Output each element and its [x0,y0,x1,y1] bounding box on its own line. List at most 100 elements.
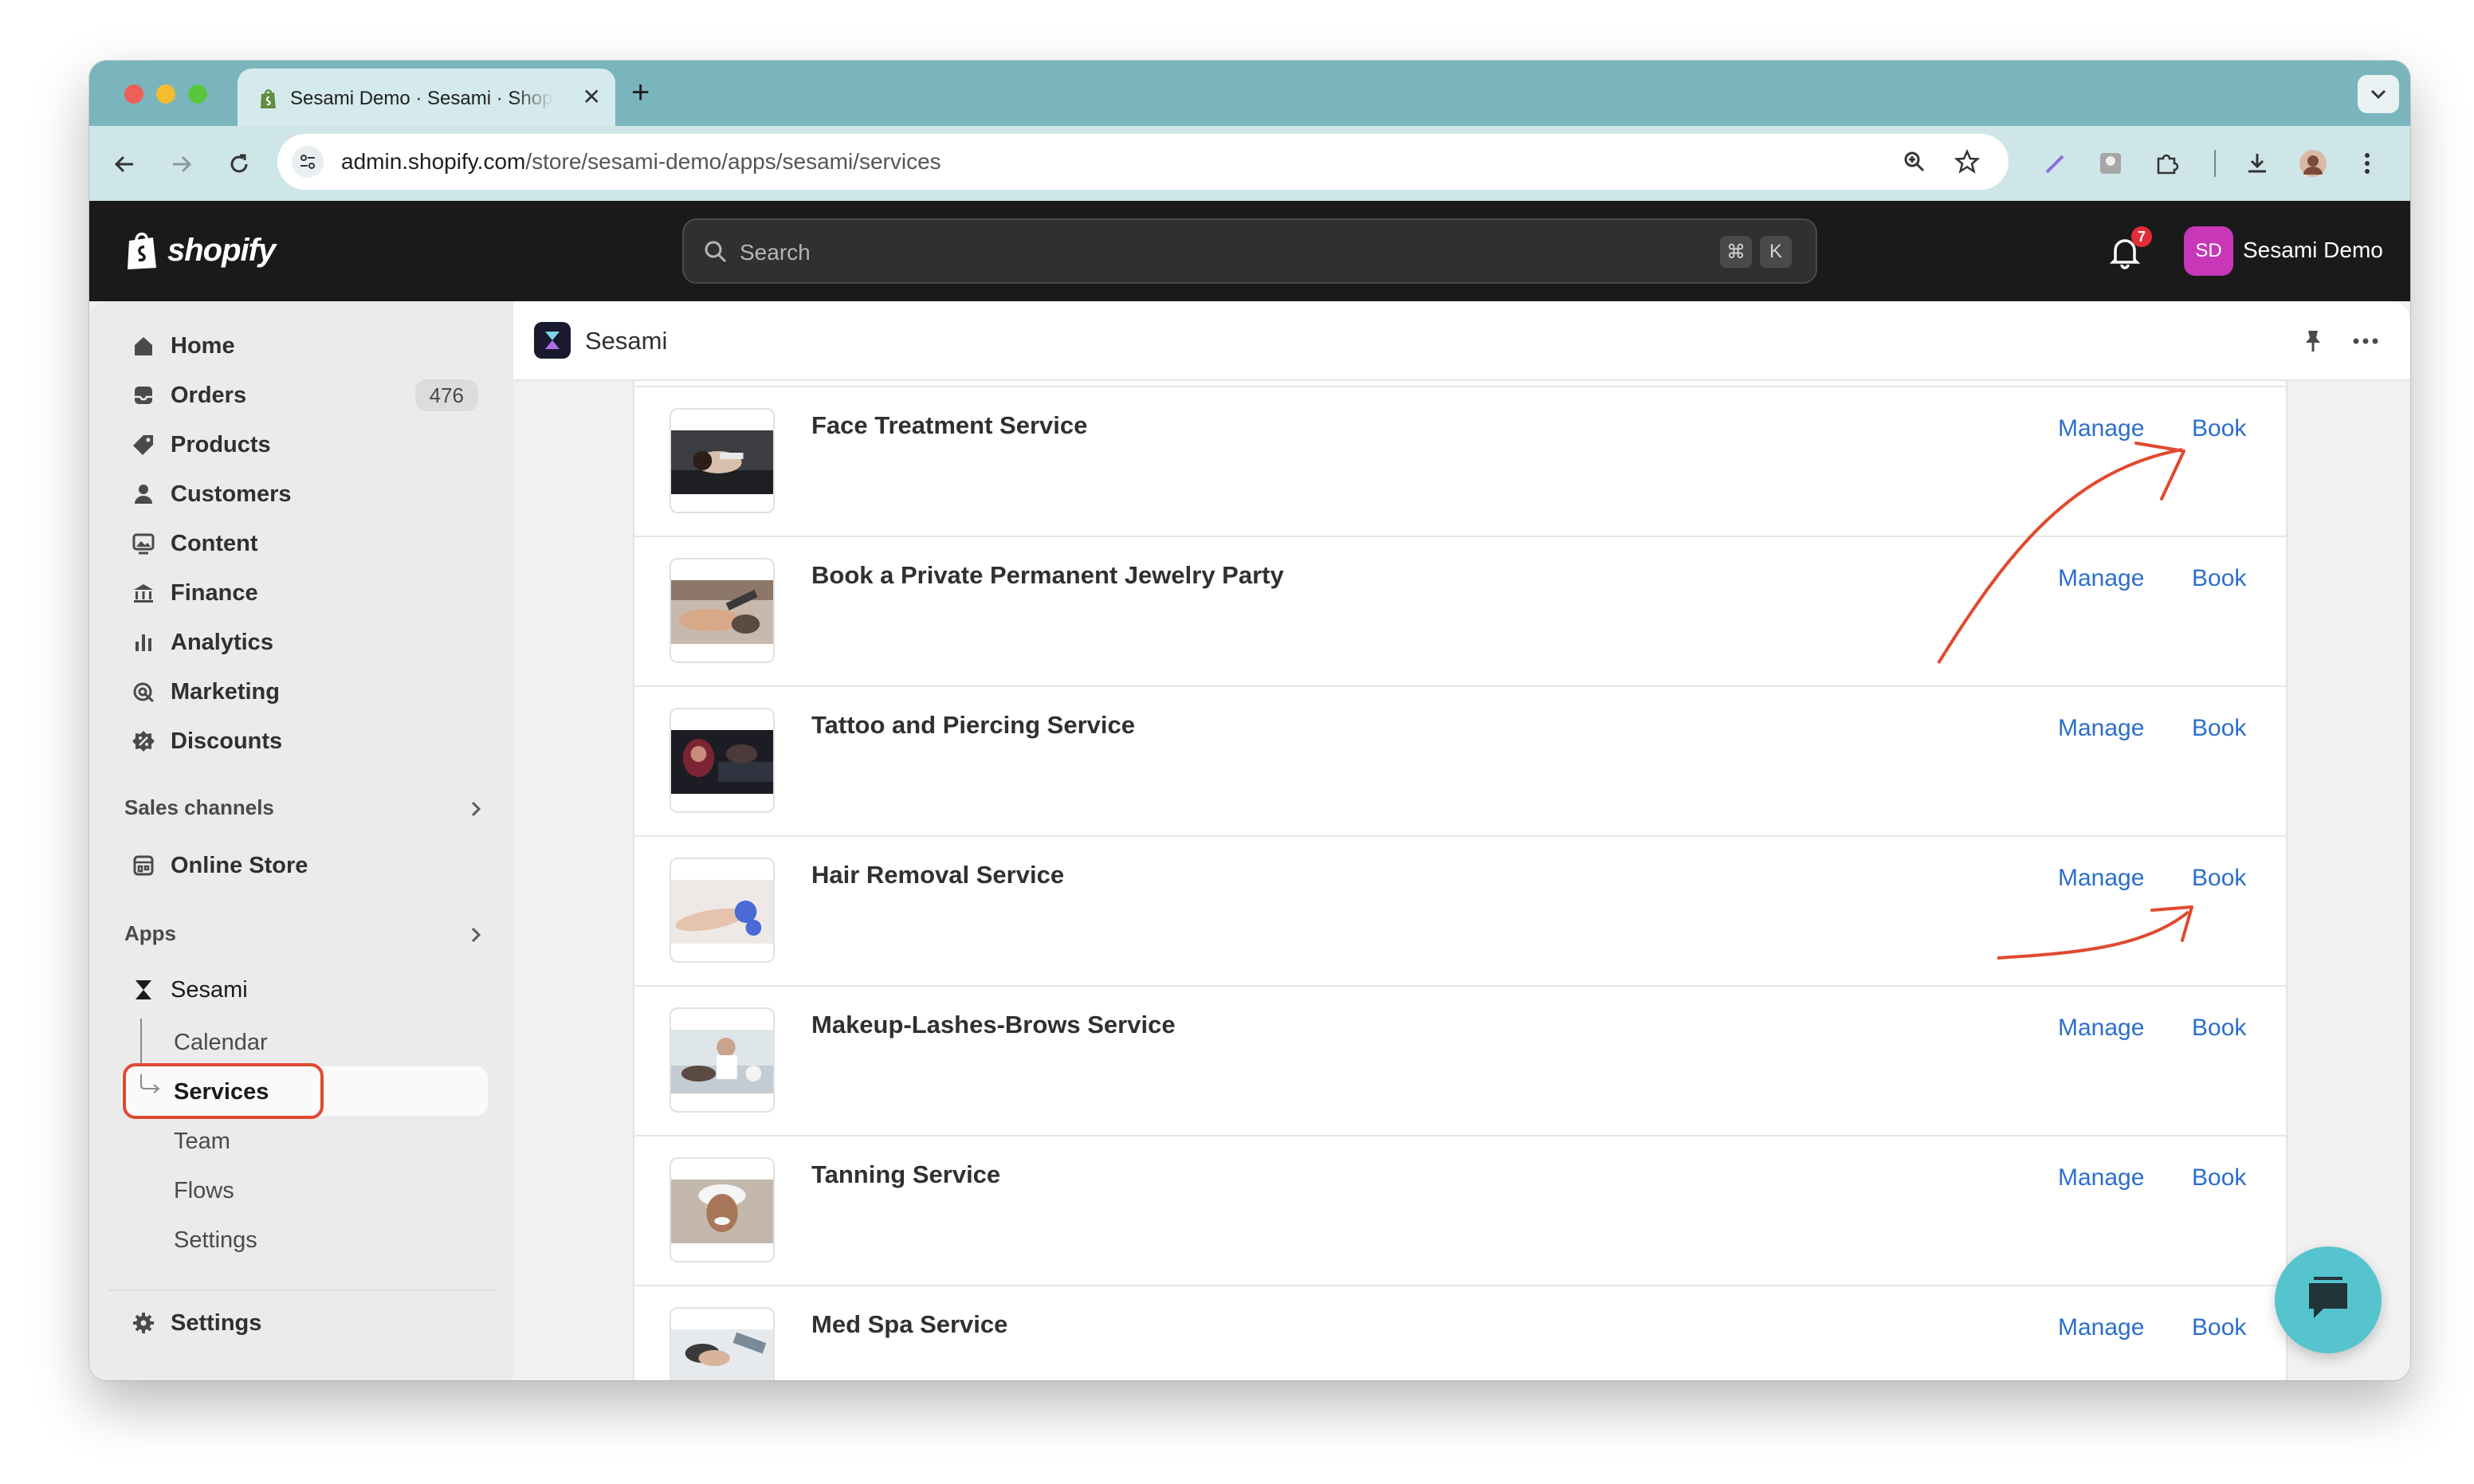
manage-link[interactable]: Manage [2058,713,2144,744]
sidebar-item-label: Customers [171,481,292,507]
sidebar-item-settings[interactable]: Settings [121,1301,485,1345]
sidebar-subitem-flows[interactable]: Flows [174,1176,234,1205]
chat-widget-button[interactable] [2275,1246,2382,1353]
app-header: Sesami [513,301,2410,381]
target-icon [129,677,158,706]
service-row: Tattoo and Piercing Service Manage Book [634,685,2286,835]
shortcut-k-key: K [1760,236,1792,268]
book-link[interactable]: Book [2192,713,2246,744]
tab-close-icon[interactable]: ✕ [583,84,601,110]
sales-channels-heading[interactable]: Sales channels [124,794,274,821]
services-list: Face Treatment Service Manage Book Book … [633,381,2287,1380]
bookmark-star-icon[interactable] [1953,147,1981,176]
store-name[interactable]: Sesami Demo [2243,236,2383,265]
chevron-right-icon[interactable] [464,923,488,947]
search-icon [705,241,727,263]
sidebar-subitem-calendar[interactable]: Calendar [174,1028,268,1057]
pen-extension-icon[interactable] [2039,147,2071,179]
more-actions-icon[interactable] [2350,325,2382,357]
app-title: Sesami [585,327,668,355]
service-row: Book a Private Permanent Jewelry Party M… [634,536,2286,685]
manage-link[interactable]: Manage [2058,413,2144,445]
search-placeholder: Search [740,240,811,265]
admin-search-input[interactable]: Search ⌘ K [682,218,1817,284]
sidebar-subitem-team[interactable]: Team [174,1127,230,1156]
maximize-window-button[interactable] [188,84,207,104]
orders-icon [129,381,158,410]
shopify-logo[interactable]: shopify [124,230,276,271]
tab-search-button[interactable] [2358,75,2399,113]
service-name: Hair Removal Service [811,861,1065,889]
forward-button[interactable] [166,148,198,180]
hourglass-icon [545,332,560,349]
reload-icon [230,154,248,173]
manage-link[interactable]: Manage [2058,862,2144,894]
chevron-right-icon[interactable] [464,797,488,821]
sidebar-item-analytics[interactable]: Analytics [121,620,485,665]
sidebar-subitem-settings[interactable]: Settings [174,1226,257,1254]
minimize-window-button[interactable] [156,84,175,104]
sidebar-item-content[interactable]: Content [121,521,485,566]
download-icon[interactable] [2241,147,2273,179]
gear-icon [129,1309,158,1337]
zoom-icon[interactable] [1900,147,1929,176]
book-link[interactable]: Book [2192,1312,2246,1344]
service-row: Tanning Service Manage Book [634,1135,2286,1285]
sidebar-item-orders[interactable]: Orders 476 [121,373,485,418]
manage-link[interactable]: Manage [2058,1012,2144,1044]
manage-link[interactable]: Manage [2058,563,2144,595]
sidebar-item-label: Finance [171,579,258,606]
pin-icon[interactable] [2297,325,2329,357]
book-link[interactable]: Book [2192,563,2246,595]
sidebar-item-marketing[interactable]: Marketing [121,669,485,714]
sidebar-item-label: Analytics [171,629,273,655]
sidebar-item-sesami[interactable]: Sesami [121,968,485,1012]
browser-menu-icon[interactable] [2351,147,2383,179]
hourglass-icon [129,976,158,1004]
admin-content: Home Orders 476 Products Customers Conte… [89,301,2410,1380]
service-name: Tanning Service [811,1160,1001,1188]
extensions-puzzle-icon[interactable] [2150,147,2182,179]
sidebar-item-online-store[interactable]: Online Store [121,843,485,888]
manage-link[interactable]: Manage [2058,1312,2144,1344]
chevron-down-icon [2370,89,2386,100]
book-link[interactable]: Book [2192,862,2246,894]
manage-link[interactable]: Manage [2058,1162,2144,1194]
store-avatar[interactable]: SD [2184,226,2233,276]
close-window-button[interactable] [124,84,143,104]
tag-icon [129,430,158,459]
profile-avatar-icon[interactable] [2297,147,2329,179]
sidebar-item-discounts[interactable]: Discounts [121,719,485,764]
book-link[interactable]: Book [2192,413,2246,445]
back-button[interactable] [108,148,140,180]
book-link[interactable]: Book [2192,1162,2246,1194]
profile-extension-icon[interactable] [2095,147,2126,179]
sidebar-item-finance[interactable]: Finance [121,571,485,615]
service-name: Face Treatment Service [811,411,1088,439]
browser-tab-active[interactable]: Sesami Demo · Sesami · Shopify ✕ [238,69,615,126]
sidebar-subitem-services[interactable]: Services [174,1078,269,1106]
sidebar-item-products[interactable]: Products [121,422,485,467]
reload-button[interactable] [223,148,255,180]
url-path: /store/sesami-demo/apps/sesami/services [525,149,941,174]
sidebar-item-label: Products [171,431,271,457]
service-thumbnail [670,1307,775,1380]
service-thumbnail [670,858,775,963]
service-row: Face Treatment Service Manage Book [634,386,2286,536]
chat-bubble-icon [2309,1277,2347,1318]
apps-heading[interactable]: Apps [124,920,176,947]
sidebar-item-home[interactable]: Home [121,324,485,368]
service-thumbnail [670,558,775,663]
arrow-right-icon [173,155,192,173]
book-link[interactable]: Book [2192,1012,2246,1044]
site-info-icon[interactable] [292,146,324,178]
new-tab-button[interactable]: + [631,77,650,108]
orders-count-badge: 476 [414,379,478,411]
shopify-favicon-icon [261,89,276,108]
sidebar-item-label: Settings [171,1309,262,1336]
address-bar[interactable]: admin.shopify.com/store/sesami-demo/apps… [277,134,2009,190]
sidebar-item-customers[interactable]: Customers [121,472,485,516]
sidebar-item-label: Content [171,530,258,556]
shopify-wordmark: shopify [167,233,276,268]
sidebar-item-label: Orders [171,382,247,408]
